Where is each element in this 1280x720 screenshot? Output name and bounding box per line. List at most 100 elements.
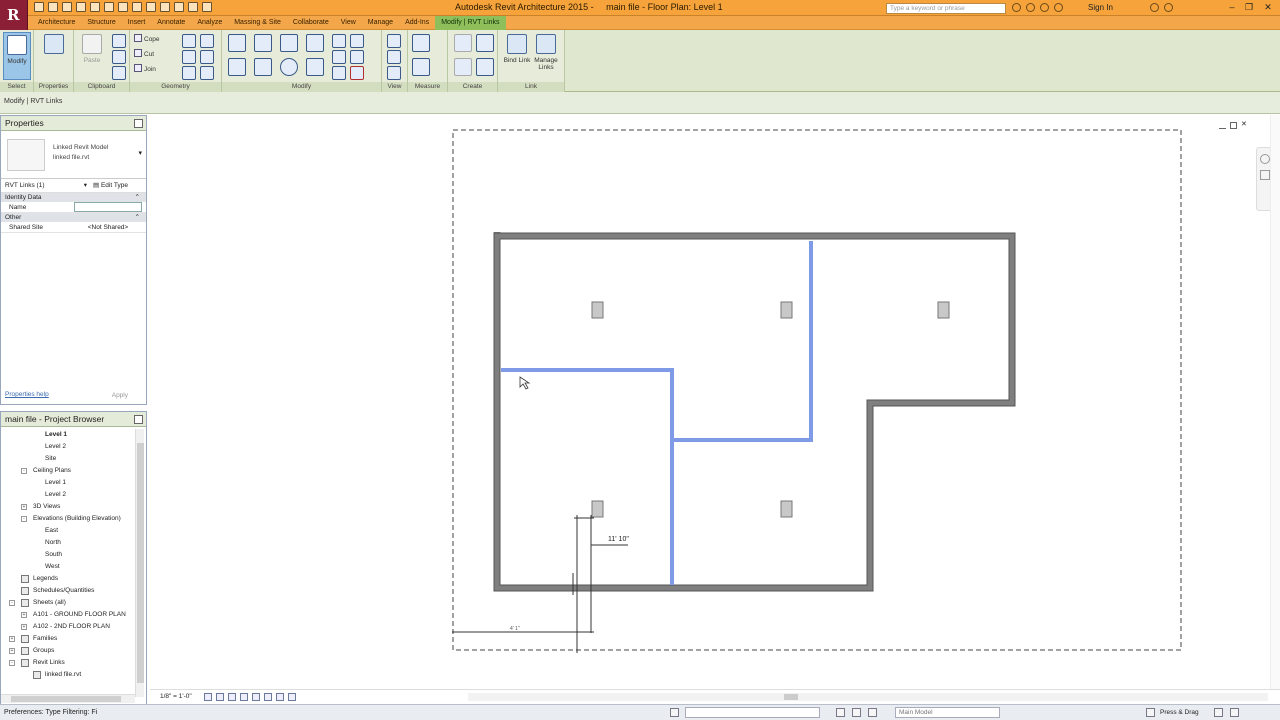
tab-insert[interactable]: Insert [122, 16, 152, 30]
expand-icon[interactable]: + [9, 648, 15, 654]
linked-interior-walls[interactable] [501, 241, 813, 585]
property-group-header[interactable]: Identity Data ⌃ [1, 193, 146, 202]
properties-button[interactable] [40, 32, 68, 80]
browser-horizontal-scrollbar[interactable] [1, 694, 135, 703]
tab-view[interactable]: View [335, 16, 362, 30]
browser-node[interactable]: Level 1 [1, 429, 135, 441]
canvas-scroll-thumb[interactable] [784, 694, 798, 700]
property-group-header[interactable]: Other ⌃ [1, 213, 146, 222]
tab-manage[interactable]: Manage [362, 16, 399, 30]
pin-icon[interactable] [332, 66, 346, 80]
sign-in-button[interactable]: Sign In [1088, 3, 1113, 12]
restore-button[interactable]: ❐ [1243, 2, 1255, 13]
close-hidden-icon[interactable] [188, 2, 198, 12]
browser-node[interactable]: Legends [1, 573, 135, 585]
collapse-icon[interactable]: - [9, 600, 15, 606]
hide-icon[interactable] [387, 34, 401, 48]
aligned-dimension-icon[interactable] [412, 58, 430, 76]
scale-icon[interactable] [350, 50, 364, 64]
copy-element-icon[interactable] [254, 58, 272, 76]
show-crop-icon[interactable] [264, 693, 272, 701]
text-icon[interactable] [132, 2, 142, 12]
close-button[interactable]: ✕ [1262, 2, 1274, 13]
align-icon[interactable] [228, 34, 246, 52]
tab-modify-rvt-links[interactable]: Modify | RVT Links [435, 16, 506, 30]
crop-view-icon[interactable] [252, 693, 260, 701]
exchange-icon[interactable] [1150, 3, 1159, 12]
remove-paint-icon[interactable] [200, 50, 214, 64]
view-restore-icon[interactable] [1230, 122, 1237, 129]
paint-icon[interactable] [182, 50, 196, 64]
filter-icon[interactable] [1214, 708, 1223, 717]
help-toolbar[interactable] [1012, 3, 1063, 12]
exclude-options-icon[interactable] [868, 708, 877, 717]
apply-button[interactable]: Apply [112, 392, 128, 399]
section-icon[interactable] [160, 2, 170, 12]
view-scale[interactable]: 1/8" = 1'-0" [160, 690, 192, 703]
create-assembly-icon[interactable] [476, 58, 494, 76]
create-parts-icon[interactable] [454, 58, 472, 76]
view-control-icons[interactable] [204, 693, 296, 701]
quick-access-toolbar[interactable] [34, 2, 212, 14]
scroll-thumb[interactable] [137, 443, 144, 683]
properties-help-link[interactable]: Properties help [5, 391, 49, 398]
tab-massing-site[interactable]: Massing & Site [228, 16, 287, 30]
redo-icon[interactable] [76, 2, 86, 12]
editable-only-icon[interactable] [852, 708, 861, 717]
workset-field[interactable] [685, 707, 820, 718]
type-selector[interactable]: Linked Revit Model linked file.rvt ▾ [1, 131, 146, 179]
expand-icon[interactable]: + [21, 504, 27, 510]
mirror-axis-icon[interactable] [280, 34, 298, 52]
linework-icon[interactable] [387, 66, 401, 80]
split-face-icon[interactable] [200, 34, 214, 48]
collapse-icon[interactable]: - [9, 660, 15, 666]
expand-icon[interactable]: + [9, 636, 15, 642]
bind-link-button[interactable]: Bind Link [503, 32, 531, 80]
visual-style-icon[interactable] [216, 693, 224, 701]
modify-button[interactable]: Modify [3, 32, 31, 80]
mirror-draw-icon[interactable] [306, 34, 324, 52]
collapse-icon[interactable]: ⌃ [135, 193, 140, 202]
help-toolbar-right[interactable] [1150, 3, 1173, 12]
tab-analyze[interactable]: Analyze [191, 16, 228, 30]
manage-links-button[interactable]: Manage Links [532, 32, 560, 80]
shadows-icon[interactable] [240, 693, 248, 701]
dimension-icon[interactable] [118, 2, 128, 12]
browser-node[interactable]: - Sheets (all) [1, 597, 135, 609]
paste-button[interactable]: Paste [78, 32, 106, 80]
demolish-icon[interactable] [182, 66, 196, 80]
binoculars-icon[interactable] [1012, 3, 1021, 12]
view-close-icon[interactable]: ✕ [1241, 121, 1248, 129]
property-value[interactable]: <Not Shared> [74, 222, 142, 232]
canvas-horizontal-scrollbar[interactable] [468, 693, 1268, 701]
cut-clipboard-icon[interactable] [112, 34, 126, 48]
open-icon[interactable] [34, 2, 44, 12]
browser-node[interactable]: + A102 - 2ND FLOOR PLAN [1, 621, 135, 633]
scroll-thumb-h[interactable] [11, 696, 121, 702]
split-icon[interactable] [332, 34, 346, 48]
temporary-hide-icon[interactable] [276, 693, 284, 701]
trim-extend-icon[interactable] [306, 58, 324, 76]
browser-node[interactable]: - Ceiling Plans [1, 465, 135, 477]
browser-node[interactable]: South [1, 549, 135, 561]
cope-button[interactable]: Cope [134, 34, 160, 44]
help-icon[interactable] [1164, 3, 1173, 12]
view-window-controls[interactable]: ✕ [1219, 121, 1248, 129]
browser-node[interactable]: West [1, 561, 135, 573]
undo-icon[interactable] [62, 2, 72, 12]
instance-filter-dropdown[interactable]: RVT Links (1) ▾ [5, 179, 87, 193]
create-group-icon[interactable] [454, 34, 472, 52]
edit-type-button[interactable]: ▤ Edit Type [93, 179, 128, 193]
expand-icon[interactable]: + [21, 612, 27, 618]
save-icon[interactable] [48, 2, 58, 12]
match-properties-icon[interactable] [112, 66, 126, 80]
copy-icon[interactable] [112, 50, 126, 64]
floor-plan[interactable]: 11' 10" 4' 1" [150, 115, 1280, 689]
crop-region[interactable] [452, 129, 1182, 651]
split-gap-icon[interactable] [350, 34, 364, 48]
join-button[interactable]: Join [134, 64, 156, 74]
property-value[interactable] [74, 202, 142, 212]
browser-node[interactable]: - Elevations (Building Elevation) [1, 513, 135, 525]
collapse-icon[interactable]: - [21, 516, 27, 522]
offset-icon[interactable] [254, 34, 272, 52]
